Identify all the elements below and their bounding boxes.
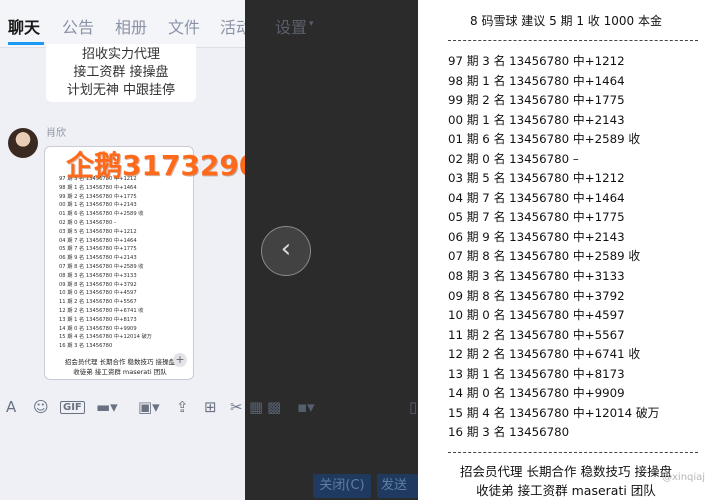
list-item: 99 期 2 名 13456780 中+1775 [59, 193, 137, 200]
list-item: 04 期 7 名 13456780 中+1464 [59, 237, 137, 244]
list-item: 03 期 5 名 13456780 中+1212 [448, 171, 625, 186]
message-line: 计划无神 中跟挂停 [66, 83, 176, 98]
list-item: 00 期 1 名 13456780 中+2143 [59, 202, 137, 209]
list-item: 12 期 2 名 13456780 中+6741 收 [59, 307, 144, 314]
list-item: 05 期 7 名 13456780 中+1775 [448, 210, 625, 225]
list-item: 13 期 1 名 13456780 中+8173 [448, 366, 625, 381]
message-line: 接工资群 接操盘 [73, 65, 169, 80]
footer-line: 收徒弟 接工资群 maserati 团队 [476, 483, 656, 498]
list-item: 08 期 3 名 13456780 中+3133 [448, 269, 625, 284]
list-item: 06 期 9 名 13456780 中+2143 [448, 229, 625, 244]
send-button[interactable]: 发送 [377, 474, 418, 498]
sender-name: 肖欣 [46, 128, 66, 139]
list-item: 09 期 8 名 13456780 中+3792 [448, 288, 625, 303]
close-button[interactable]: 关闭(C) [313, 474, 371, 498]
store-icon[interactable]: ▩ [267, 398, 281, 416]
preview-image: 8 码雪球 建议 5 期 1 收 1000 本金 97 期 3 名 134567… [418, 0, 714, 500]
list-item: 15 期 4 名 13456780 中+12014 破万 [448, 405, 660, 420]
list-item: 06 期 9 名 13456780 中+2143 [59, 255, 137, 262]
list-item: 16 期 3 名 13456780 [59, 343, 113, 350]
tab-files[interactable]: 文件 [168, 14, 200, 38]
list-item: 98 期 1 名 13456780 中+1464 [59, 184, 137, 191]
tab-chat[interactable]: 聊天 [8, 14, 40, 38]
chat-pane: 聊天 公告 相册 文件 活动 招收实力代理 接工资群 接操盘 计划无神 中跟挂停… [0, 0, 245, 500]
chat-input-toolbar: A ☺ GIF ▬▾ ▣▾ ⇪ ⊞ ✂ [0, 396, 245, 426]
list-item: 13 期 1 名 13456780 中+8173 [59, 316, 137, 323]
list-item: 10 期 0 名 13456780 中+4597 [59, 290, 137, 297]
image-thumbnail-footer: 招会员代理 长期合作 稳数技巧 接操盘 收徒弟 接工资群 maserati 团队 [51, 357, 189, 377]
gift-icon[interactable]: ⊞ [204, 398, 217, 416]
list-item: 14 期 0 名 13456780 中+9909 [448, 386, 625, 401]
avatar[interactable] [8, 128, 38, 158]
list-item: 11 期 2 名 13456780 中+5567 [59, 299, 137, 306]
divider [448, 40, 698, 41]
image-thumbnail-content: 97 期 3 名 13456780 中+1212 98 期 1 名 1345678… [59, 175, 152, 351]
list-item: 07 期 8 名 13456780 中+2589 收 [448, 249, 641, 264]
list-item: 98 期 1 名 13456780 中+1464 [448, 73, 625, 88]
list-item: 10 期 0 名 13456780 中+4597 [448, 308, 625, 323]
list-item: 00 期 1 名 13456780 中+2143 [448, 112, 625, 127]
list-item: 08 期 3 名 13456780 中+3133 [59, 272, 137, 279]
list-item: 14 期 0 名 13456780 中+9909 [59, 325, 137, 332]
list-item: 01 期 6 名 13456780 中+2589 收 [59, 211, 144, 218]
message-line: 招收实力代理 [81, 47, 160, 62]
gif-icon[interactable]: GIF [60, 401, 85, 414]
list-item: 11 期 2 名 13456780 中+5567 [448, 327, 625, 342]
chat-tab-bar: 聊天 公告 相册 文件 活动 [0, 0, 245, 48]
list-item: 97 期 3 名 13456780 中+1212 [448, 54, 625, 68]
list-item: 16 期 3 名 13456780 [448, 425, 570, 440]
list-item: 09 期 8 名 13456780 中+3792 [59, 281, 137, 288]
list-item: 99 期 2 名 13456780 中+1775 [448, 93, 625, 108]
thumbnail-footer-line: 收徒弟 接工资群 maserati 团队 [73, 368, 167, 376]
list-item: 02 期 0 名 13456780 – [59, 219, 117, 226]
list-item: 01 期 6 名 13456780 中+2589 收 [448, 132, 641, 147]
chevron-down-icon[interactable]: ▾ [309, 19, 314, 29]
document-title: 8 码雪球 建议 5 期 1 收 1000 本金 [470, 14, 662, 28]
scissors-icon[interactable]: ✂ [230, 398, 243, 416]
chevron-left-icon: ‹ [280, 234, 292, 264]
image-icon[interactable]: ▣▾ [138, 398, 160, 416]
list-item: 07 期 8 名 13456780 中+2589 收 [59, 263, 144, 270]
message-icon[interactable]: ▦ [249, 398, 263, 416]
message-bubble-text: 招收实力代理 接工资群 接操盘 计划无神 中跟挂停 [46, 44, 196, 102]
video-icon[interactable]: ▬▾ [96, 398, 118, 416]
list-item: 05 期 7 名 13456780 中+1775 [59, 246, 137, 253]
previous-image-button[interactable]: ‹ [261, 226, 311, 276]
tab-album[interactable]: 相册 [115, 14, 147, 38]
active-tab-indicator [8, 42, 44, 45]
divider [448, 452, 698, 453]
record-list: 97 期 3 名 13456780 中+1212 98 期 1 名 1345678… [448, 52, 659, 443]
contact-watermark: 企鹅3173290144 [66, 149, 245, 182]
corner-watermark: @xinqiaj [662, 472, 706, 483]
upload-icon[interactable]: ⇪ [176, 398, 189, 416]
list-item: 02 期 0 名 13456780 – [448, 151, 579, 166]
list-item: 12 期 2 名 13456780 中+6741 收 [448, 347, 641, 362]
text-format-icon[interactable]: A [6, 398, 16, 416]
tab-settings[interactable]: 设置 [275, 14, 307, 38]
image-viewer-overlay: 设置 ▾ ‹ ▦ ▩ ▪▾ ▯ 关闭(C) 发送 [245, 0, 418, 500]
expand-icon[interactable]: + [173, 353, 187, 367]
thumbnail-footer-line: 招会员代理 长期合作 稳数技巧 接操盘 [64, 358, 176, 366]
list-item: 04 期 7 名 13456780 中+1464 [448, 190, 625, 205]
tab-activities[interactable]: 活动 [220, 14, 245, 38]
emoji-icon[interactable]: ☺ [33, 398, 49, 416]
list-item: 15 期 4 名 13456780 中+12014 破万 [59, 334, 152, 341]
list-item: 03 期 5 名 13456780 中+1212 [59, 228, 137, 235]
history-icon[interactable]: ▯ [409, 398, 417, 416]
tab-announcements[interactable]: 公告 [62, 14, 94, 38]
more-icon[interactable]: ▪▾ [297, 398, 315, 416]
